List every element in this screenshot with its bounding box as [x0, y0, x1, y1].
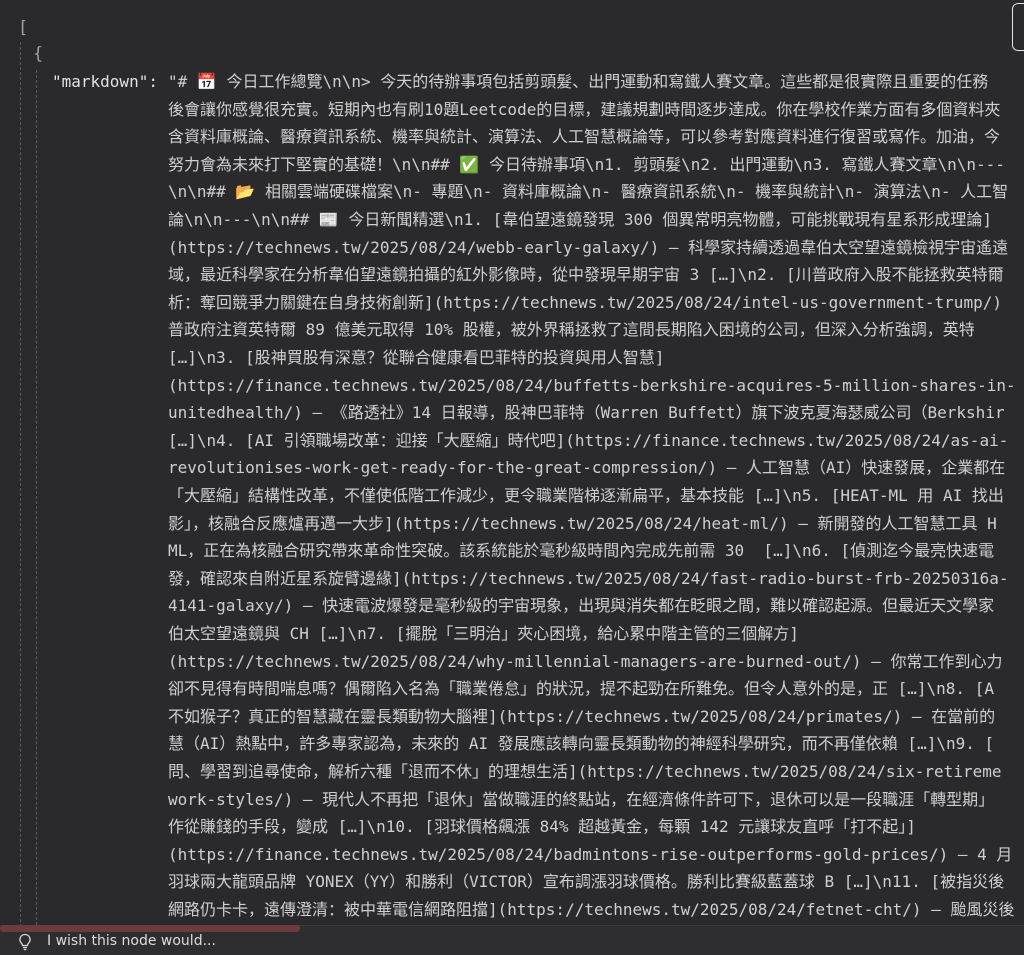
panel-toggle-button[interactable]: [1012, 3, 1024, 51]
json-value-line: 4141-galaxy/) — 快速電波爆發是毫秒級的宇宙現象，出現與消失都在眨…: [168, 596, 995, 616]
horizontal-scrollbar-thumb[interactable]: [0, 925, 300, 932]
json-value-line: work-styles/) — 現代人不再把「退休」當做職涯的終點站，在經濟條件…: [168, 789, 995, 809]
json-value-line: […]\n3. [股神買股有深意？從聯合健康看巴菲特的投資與用人智慧]: [168, 348, 665, 367]
json-value-line: "# 📅 今日工作總覽\n\n> 今天的待辦事項包括剪頭髮、出門運動和寫鐵人賽文…: [168, 72, 989, 91]
json-value-line: (https://technews.tw/2025/08/24/webb-ear…: [168, 237, 1009, 257]
open-brace: {: [33, 44, 44, 64]
json-value-line: 論\n\n---\n\n## 📰 今日新聞精選\n1. [韋伯望遠鏡發現 300…: [168, 210, 993, 229]
json-value-line: 伯太空望遠鏡與 CH […]\n7. [擺脫「三明治」夾心困境，給心累中階主管的…: [168, 624, 799, 643]
json-value-line: revolutionises-work-get-ready-for-the-gr…: [168, 458, 1006, 478]
json-value-line: 含資料庫概論、醫療資訊系統、機率與統計、演算法、人工智慧概論等，可以參考對應資料…: [168, 127, 1001, 147]
json-value-line: 作從賺錢的手段，變成 […]\n10. [羽球價格飆漲 84% 超越黃金，每顆 …: [168, 817, 916, 837]
json-value-line: 後會讓你感覺很充實。短期內也有刷10題Leetcode的目標，建議規劃時間逐步達…: [168, 99, 1001, 119]
json-value-line: 卻不見得有時間喘息嗎？偶爾陷入名為「職業倦怠」的狀況，提不起勁在所難免。但令人意…: [168, 679, 994, 699]
json-value-line: 「大壓縮」結構性改革，不僅使低階工作減少，更令職業階梯逐漸扁平，基本技能 […]…: [168, 486, 1004, 505]
feedback-placeholder[interactable]: I wish this node would...: [47, 933, 216, 949]
lightbulb-icon: [19, 933, 31, 951]
json-value-line: 慧（AI）熱點中，許多專家認為，未來的 AI 發展應該轉向靈長類動物的神經科學研…: [168, 734, 995, 754]
open-bracket: [: [18, 18, 29, 38]
json-value-line: (https://finance.technews.tw/2025/08/24/…: [168, 844, 1013, 864]
json-value-line: (https://finance.technews.tw/2025/08/24/…: [168, 375, 1016, 395]
json-value-line: 羽球兩大龍頭品牌 YONEX（YY）和勝利（VICTOR）宣布調漲羽球價格。勝利…: [168, 872, 1005, 892]
indent-guide: [36, 70, 37, 925]
json-value-line: […]\n4. [AI 引領職場改革：迎接「大壓縮」時代吧](https://f…: [168, 430, 1009, 450]
json-value-line: 網路仍卡卡，遠傳澄清：被中華電信網路阻擋](https://technews.t…: [168, 900, 1015, 919]
json-value-line: 析：奪回競爭力關鍵在自身技術創新](https://technews.tw/20…: [168, 292, 1002, 312]
json-value-line: 發，確認來自附近星系旋臂邊緣](https://technews.tw/2025…: [168, 568, 1009, 588]
json-output-viewer: [ { "markdown": "# 📅 今日工作總覽\n\n> 今天的待辦事項…: [0, 0, 1024, 925]
json-key-markdown: "markdown":: [52, 72, 158, 91]
json-value-line: 域，最近科學家在分析韋伯望遠鏡拍攝的紅外影像時，從中發現早期宇宙 3 […]\n…: [168, 265, 1004, 285]
json-value-line: 不如猴子？真正的智慧藏在靈長類動物大腦裡](https://technews.t…: [168, 706, 996, 726]
json-value-line: (https://technews.tw/2025/08/24/why-mill…: [168, 651, 1003, 671]
json-value-line: 普政府注資英特爾 89 億美元取得 10% 股權，被外界稱拯救了這間長期陷入困境…: [168, 320, 975, 340]
json-value-line: 問、學習到追尋使命，解析六種「退而不休」的理想生活](https://techn…: [168, 762, 1002, 781]
json-value-line: 影」，核融合反應爐再邁一大步](https://technews.tw/2025…: [168, 513, 997, 533]
json-value-line: unitedhealth/) — 《路透社》14 日報導，股神巴菲特（Warre…: [168, 403, 1005, 423]
indent-guide: [20, 42, 21, 925]
json-value-line: ML，正在為核融合研究帶來革命性突破。該系統能於毫秒級時間內完成先前需 30 […: [168, 541, 995, 561]
json-value-line: \n\n## 📂 相關雲端硬碟檔案\n- 專題\n- 資料庫概論\n- 醫療資訊…: [168, 182, 1009, 202]
json-value-line: 努力會為未來打下堅實的基礎！\n\n## ✅ 今日待辦事項\n1. 剪頭髮\n2…: [168, 154, 1005, 174]
